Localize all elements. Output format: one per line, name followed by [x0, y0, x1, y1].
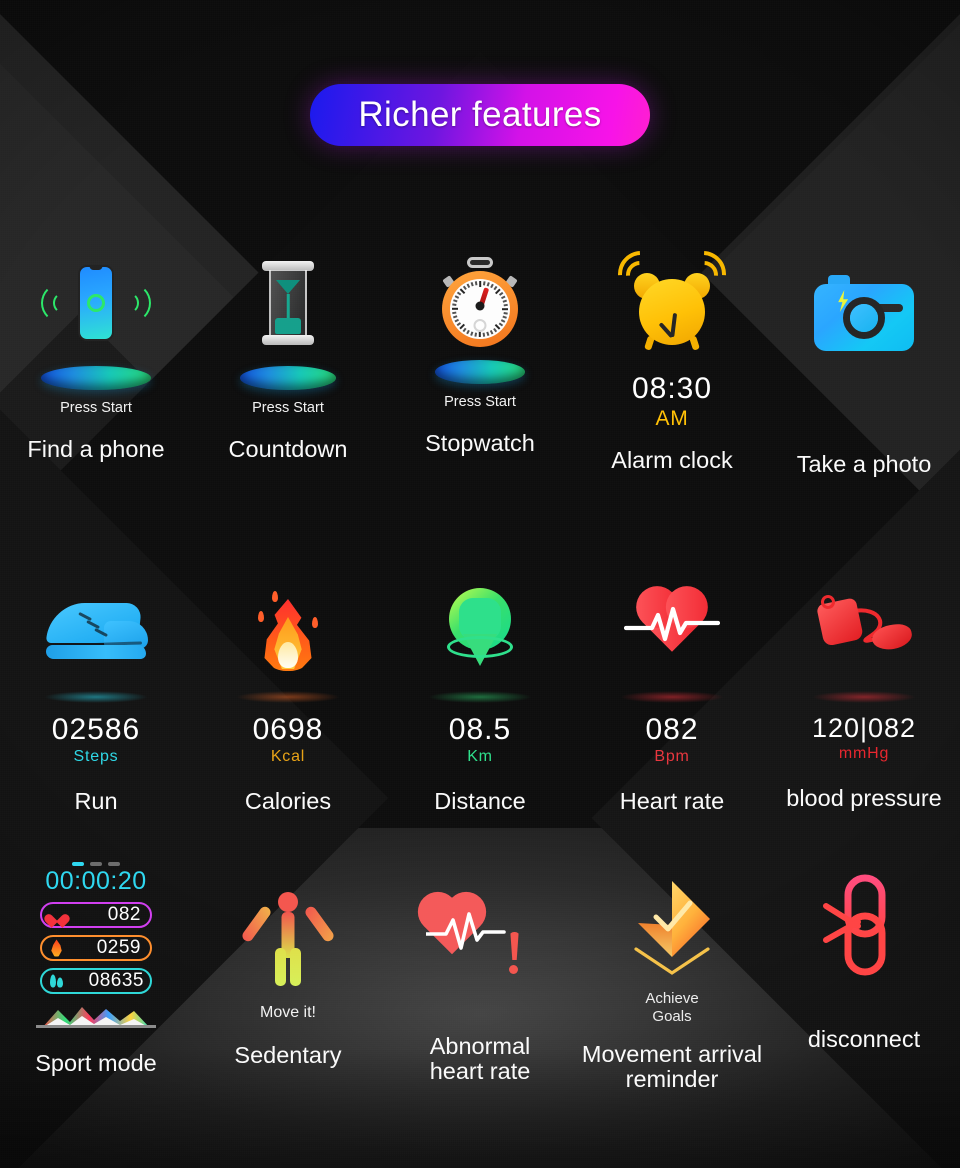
feature-run[interactable]: 02586 Steps Run	[0, 575, 192, 815]
feature-label-line-2: heart rate	[429, 1057, 531, 1084]
icon-glow	[812, 691, 916, 703]
achieve-goals-line-1: Achieve	[645, 990, 699, 1007]
sport-metric-heart: 082	[40, 902, 152, 928]
sport-dashes	[72, 862, 120, 866]
distance-unit: Km	[467, 748, 493, 765]
status-text: Press Start	[60, 400, 132, 416]
sport-heart-value: 082	[107, 904, 141, 925]
phone-ringing-icon	[41, 248, 151, 358]
pedestal-disc	[41, 366, 151, 390]
feature-distance[interactable]: 08.5 Km Distance	[384, 575, 576, 815]
sport-watch-screen-icon: 00:00:20 082 0259 08635	[31, 862, 161, 1029]
feature-label: Run	[74, 788, 118, 814]
sport-timer: 00:00:20	[45, 866, 147, 895]
feature-label: Movement arrival reminder	[582, 1042, 762, 1091]
feature-label: Take a photo	[796, 451, 932, 477]
abnormal-heart-icon	[423, 894, 535, 1002]
blood-pressure-icon	[809, 575, 919, 685]
feature-movement-arrival-reminder[interactable]: Achieve Goals Movement arrival reminder	[576, 862, 768, 1091]
hourglass-icon	[233, 248, 343, 358]
feature-row-1: Press Start Find a phone Press Start Cou…	[0, 241, 960, 478]
sport-metric-steps: 08635	[40, 968, 152, 994]
feature-sedentary[interactable]: Move it! Sedentary	[192, 862, 384, 1091]
feature-abnormal-heart-rate[interactable]: Abnormal heart rate	[384, 862, 576, 1091]
steps-icon	[46, 971, 67, 992]
blood-pressure-unit: mmHg	[838, 745, 890, 762]
page-title-pill: Richer features	[310, 84, 650, 146]
feature-label: Heart rate	[619, 788, 725, 814]
feature-row-3: 00:00:20 082 0259 08635 Sport mode Move …	[0, 862, 960, 1091]
feature-calories[interactable]: 0698 Kcal Calories	[192, 575, 384, 815]
steps-value: 02586	[51, 713, 141, 746]
feature-label: Countdown	[228, 436, 348, 462]
calories-value: 0698	[252, 713, 324, 746]
status-text: Press Start	[444, 394, 516, 410]
heart-rate-value: 082	[645, 713, 699, 746]
feature-label: Stopwatch	[425, 430, 535, 456]
heart-icon	[46, 905, 67, 926]
feature-row-2: 02586 Steps Run 0698 Kcal Calories 08.5 …	[0, 575, 960, 815]
feature-sport-mode[interactable]: 00:00:20 082 0259 08635 Sport mode	[0, 862, 192, 1091]
feature-heart-rate[interactable]: 082 Bpm Heart rate	[576, 575, 768, 815]
steps-unit: Steps	[73, 748, 119, 765]
alarm-time-value: 08:30	[631, 372, 713, 405]
distance-value: 08.5	[448, 713, 512, 746]
sport-chart-icon	[36, 1002, 156, 1029]
sport-steps-value: 08635	[88, 970, 144, 991]
sport-calories-value: 0259	[96, 937, 141, 958]
feature-label: Sedentary	[234, 1042, 342, 1068]
running-shoe-icon	[41, 575, 151, 685]
icon-glow	[44, 691, 148, 703]
flame-icon	[46, 938, 67, 959]
icon-glow	[236, 691, 340, 703]
stretching-person-icon	[233, 884, 343, 992]
stopwatch-icon	[425, 248, 535, 358]
feature-stopwatch[interactable]: Press Start Stopwatch	[384, 248, 576, 478]
camera-icon	[809, 248, 919, 378]
feature-label-line-1: Abnormal	[429, 1033, 531, 1059]
calories-unit: Kcal	[270, 748, 306, 765]
feature-label: disconnect	[807, 1026, 921, 1052]
feature-label: Sport mode	[35, 1050, 157, 1076]
feature-label: Calories	[244, 788, 332, 814]
pedestal-disc	[240, 366, 336, 390]
feature-disconnect[interactable]: disconnect	[768, 862, 960, 1091]
icon-glow	[620, 691, 724, 703]
feature-countdown[interactable]: Press Start Countdown	[192, 248, 384, 478]
feature-label: Distance	[434, 788, 526, 814]
heart-rate-unit: Bpm	[654, 748, 690, 765]
feature-label-line-2: reminder	[625, 1065, 719, 1092]
page-title: Richer features	[358, 95, 602, 134]
feature-label: Find a phone	[27, 436, 165, 462]
broken-chain-icon	[809, 866, 919, 984]
alarm-clock-icon	[608, 241, 736, 358]
feature-label-line-1: Movement arrival	[581, 1041, 763, 1067]
status-text: Move it!	[259, 1004, 316, 1021]
achieve-goals-line-2: Goals	[652, 1008, 692, 1025]
achieve-goals-label: Achieve Goals	[645, 990, 698, 1026]
feature-blood-pressure[interactable]: 120|082 mmHg blood pressure	[768, 575, 960, 815]
alarm-meridiem: AM	[655, 407, 689, 430]
feature-label: blood pressure	[786, 785, 942, 811]
status-text: Press Start	[252, 400, 324, 416]
flame-icon	[233, 575, 343, 685]
sport-metric-calories: 0259	[40, 935, 152, 961]
feature-label: Alarm clock	[611, 447, 733, 473]
location-pin-icon	[425, 575, 535, 685]
heart-pulse-icon	[617, 575, 727, 685]
blood-pressure-value: 120|082	[811, 713, 917, 743]
feature-alarm-clock[interactable]: 08:30 AM Alarm clock	[576, 241, 768, 478]
feature-take-a-photo[interactable]: Take a photo	[768, 248, 960, 478]
pedestal-disc	[435, 360, 525, 384]
feature-find-a-phone[interactable]: Press Start Find a phone	[0, 248, 192, 478]
icon-glow	[428, 691, 532, 703]
achieve-goals-icon	[617, 870, 727, 988]
feature-label: Abnormal heart rate	[430, 1034, 531, 1083]
